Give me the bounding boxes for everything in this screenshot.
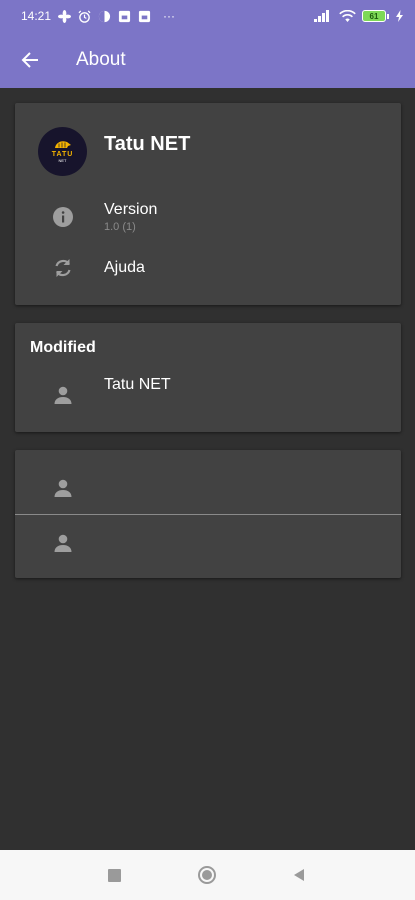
- home-button[interactable]: [197, 865, 217, 885]
- version-row[interactable]: Version 1.0 (1): [15, 195, 401, 239]
- triangle-back-icon: [292, 868, 306, 882]
- app-icon: [97, 9, 111, 23]
- recents-button[interactable]: [104, 865, 124, 885]
- square-icon: [107, 868, 121, 882]
- modified-card: Modified Tatu NET: [15, 323, 401, 432]
- sim-icon: [117, 9, 131, 23]
- nav-back-button[interactable]: [289, 865, 309, 885]
- status-bar: 14:21 ··· 61: [0, 0, 415, 32]
- fan-icon: [57, 9, 71, 23]
- logo-subtext: NET: [58, 158, 67, 163]
- logo-text: TATU: [51, 151, 74, 158]
- refresh-icon: [51, 256, 75, 280]
- app-info-card: TATU NET Tatu NET Version 1.0 (1) Ajuda: [15, 103, 401, 305]
- list-item[interactable]: [15, 450, 401, 514]
- help-label: Ajuda: [104, 259, 145, 276]
- app-logo: TATU NET: [38, 127, 87, 176]
- help-row[interactable]: Ajuda: [15, 248, 401, 288]
- battery-icon: 61: [362, 10, 389, 22]
- app-name: Tatu NET: [104, 133, 191, 155]
- author-name: Tatu NET: [104, 376, 171, 393]
- status-time: 14:21: [21, 9, 52, 23]
- navigation-bar: [0, 850, 415, 900]
- charging-icon: [395, 9, 403, 23]
- signal-icon: [314, 9, 332, 23]
- back-button[interactable]: [0, 32, 60, 88]
- version-label: Version: [104, 201, 158, 218]
- app-bar: About: [0, 32, 415, 88]
- version-value: 1.0 (1): [104, 221, 136, 233]
- info-icon: [51, 205, 75, 229]
- arrow-back-icon: [21, 51, 39, 69]
- page-title: About: [76, 49, 126, 70]
- status-more: ···: [163, 9, 176, 23]
- list-item[interactable]: [15, 515, 401, 578]
- armadillo-icon: [54, 140, 72, 149]
- circle-icon: [197, 865, 217, 885]
- sim-icon: [137, 9, 151, 23]
- author-row[interactable]: Tatu NET: [15, 373, 401, 417]
- battery-level: 61: [369, 11, 379, 21]
- alarm-icon: [77, 9, 91, 23]
- wifi-icon: [338, 9, 356, 23]
- contributors-card: [15, 450, 401, 578]
- person-icon: [51, 531, 75, 555]
- person-icon: [51, 383, 75, 407]
- person-icon: [51, 476, 75, 500]
- section-title-modified: Modified: [30, 339, 96, 356]
